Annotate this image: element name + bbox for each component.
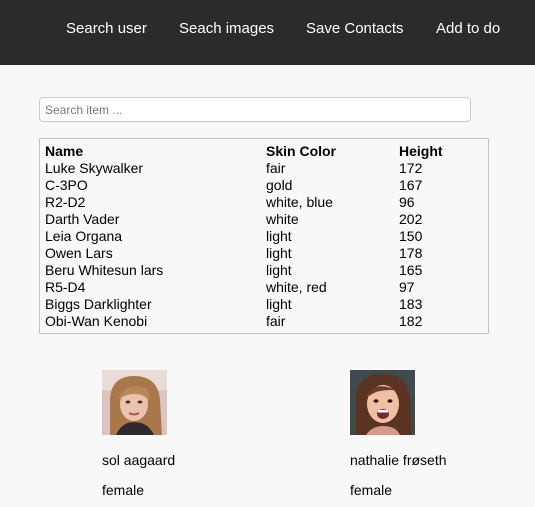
top-navbar: Search user Seach images Save Contacts A… <box>0 0 535 65</box>
cell-height: 167 <box>399 177 423 193</box>
table-row: Darth Vader white 202 <box>40 211 488 228</box>
cell-height: 178 <box>399 245 423 261</box>
user-name: nathalie frøseth <box>350 452 447 468</box>
cell-height: 202 <box>399 211 423 227</box>
table-row: Owen Lars light 178 <box>40 245 488 262</box>
user-avatar <box>350 370 415 435</box>
cell-height: 96 <box>399 194 415 210</box>
characters-table: Name Skin Color Height Luke Skywalker fa… <box>39 138 489 334</box>
cell-name: Leia Organa <box>45 228 123 244</box>
table-row: C-3PO gold 167 <box>40 177 488 194</box>
cell-height: 97 <box>399 279 415 295</box>
cell-skin-color: gold <box>266 177 293 193</box>
table: Name Skin Color Height Luke Skywalker fa… <box>40 143 488 330</box>
cell-skin-color: light <box>266 296 292 312</box>
cell-name: Beru Whitesun lars <box>45 262 164 278</box>
cell-height: 182 <box>399 313 423 329</box>
cell-height: 165 <box>399 262 423 278</box>
cell-height: 150 <box>399 228 423 244</box>
nav-add-to-do[interactable]: Add to do <box>436 20 500 38</box>
table-row: Obi-Wan Kenobi fair 182 <box>40 313 488 330</box>
header-skin-color: Skin Color <box>266 143 337 159</box>
cell-name: Owen Lars <box>45 245 113 261</box>
nav-search-images[interactable]: Seach images <box>179 20 274 38</box>
search-input[interactable] <box>39 97 471 122</box>
table-row: Leia Organa light 150 <box>40 228 488 245</box>
table-row: Beru Whitesun lars light 165 <box>40 262 488 279</box>
header-height: Height <box>399 143 443 159</box>
table-row: Luke Skywalker fair 172 <box>40 160 488 177</box>
table-row: R5-D4 white, red 97 <box>40 279 488 296</box>
user-gender: female <box>350 482 393 498</box>
cell-skin-color: light <box>266 262 292 278</box>
cell-name: Biggs Darklighter <box>45 296 152 312</box>
user-gender: female <box>102 482 145 498</box>
nav-search-user[interactable]: Search user <box>66 20 147 38</box>
table-row: R2-D2 white, blue 96 <box>40 194 488 211</box>
nav-save-contacts[interactable]: Save Contacts <box>306 20 404 38</box>
table-header-row: Name Skin Color Height <box>40 143 488 160</box>
cell-skin-color: light <box>266 245 292 261</box>
cell-name: Darth Vader <box>45 211 120 227</box>
cell-skin-color: fair <box>266 313 286 329</box>
user-name: sol aagaard <box>102 452 176 468</box>
table-row: Biggs Darklighter light 183 <box>40 296 488 313</box>
cell-skin-color: white, blue <box>266 194 333 210</box>
cell-skin-color: white, red <box>266 279 327 295</box>
cell-name: R5-D4 <box>45 279 86 295</box>
cell-name: R2-D2 <box>45 194 86 210</box>
cell-skin-color: light <box>266 228 292 244</box>
cell-height: 172 <box>399 160 423 176</box>
user-avatar <box>102 370 167 435</box>
cell-skin-color: fair <box>266 160 286 176</box>
cell-name: Obi-Wan Kenobi <box>45 313 148 329</box>
header-name: Name <box>45 143 84 159</box>
cell-height: 183 <box>399 296 423 312</box>
cell-name: Luke Skywalker <box>45 160 144 176</box>
cell-name: C-3PO <box>45 177 88 193</box>
cell-skin-color: white <box>266 211 299 227</box>
